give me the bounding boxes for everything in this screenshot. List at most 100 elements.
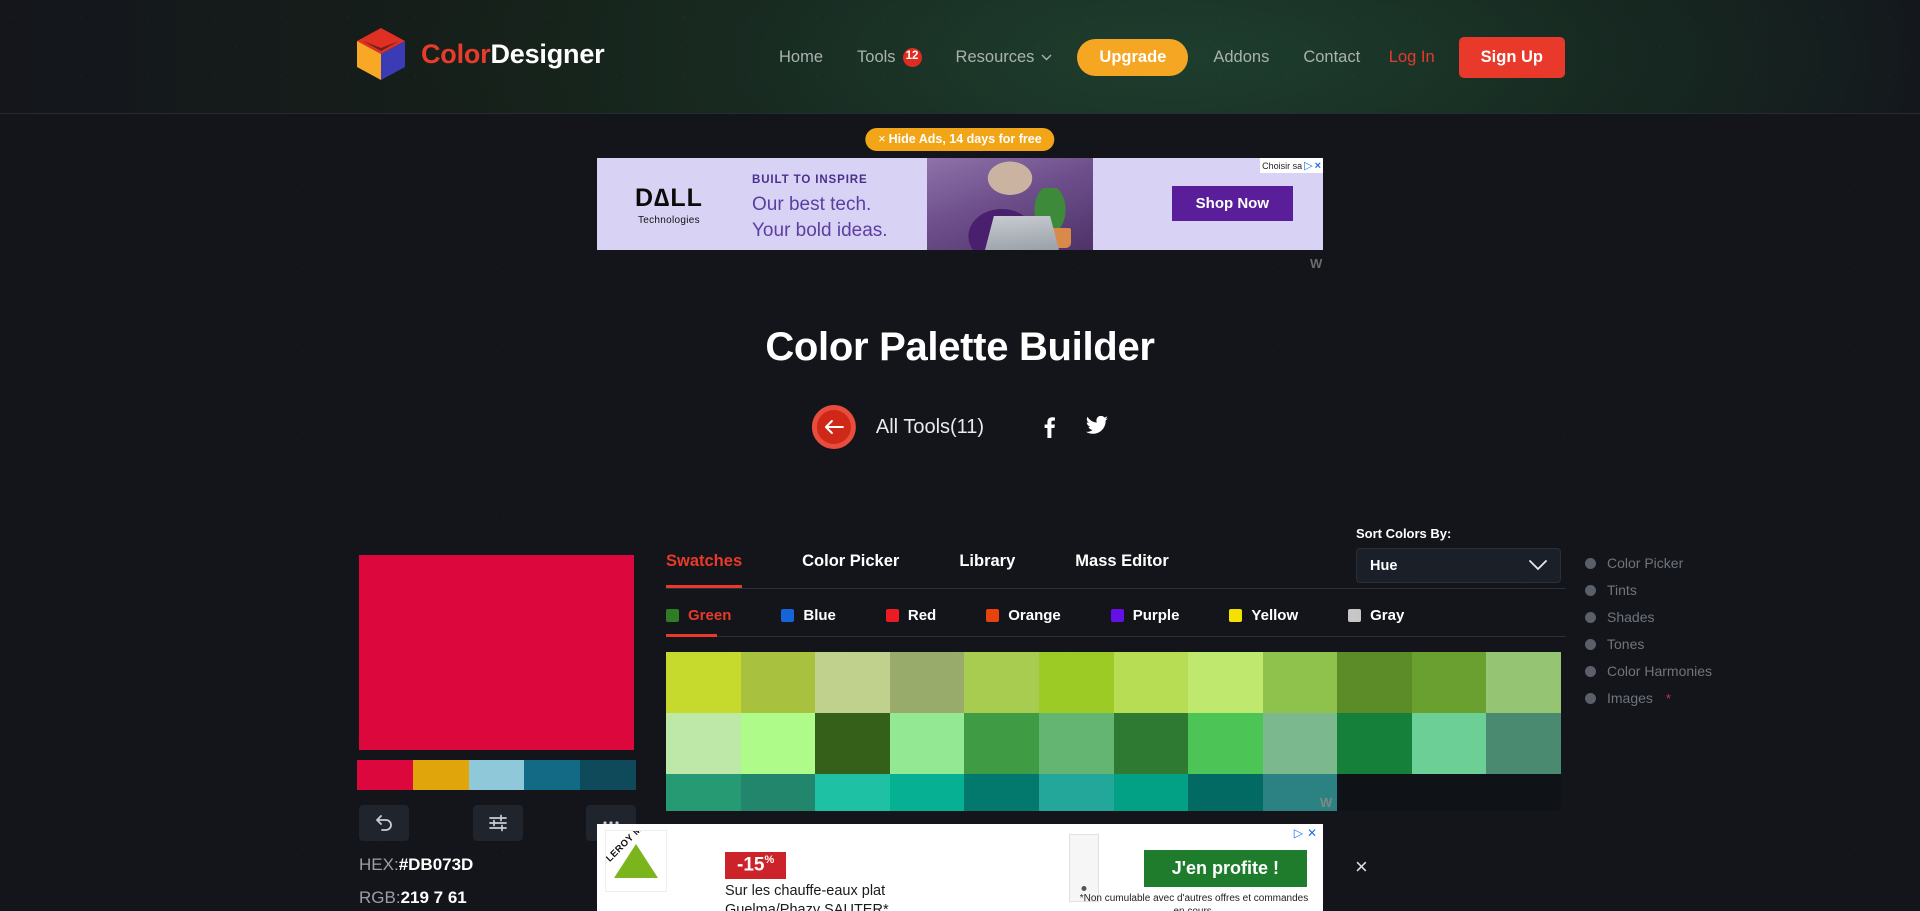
- upgrade-label: Upgrade: [1099, 47, 1167, 66]
- shop-now-button[interactable]: Shop Now: [1171, 186, 1293, 221]
- swatch-cell[interactable]: [1038, 713, 1114, 774]
- facebook-icon[interactable]: [1044, 416, 1056, 438]
- swatch-cell[interactable]: [1188, 713, 1263, 774]
- swatch-cell[interactable]: [1486, 774, 1561, 811]
- sidebar-item-tones[interactable]: Tones: [1585, 636, 1712, 652]
- swatch-cell[interactable]: [1411, 774, 1487, 811]
- undo-button[interactable]: [359, 805, 409, 841]
- sidebar-item-tints[interactable]: Tints: [1585, 582, 1712, 598]
- dell-logo: D∆LL Technologies: [635, 184, 703, 226]
- back-button[interactable]: [811, 405, 856, 449]
- chevron-down-icon: [1529, 560, 1547, 571]
- palette-swatch[interactable]: [412, 760, 469, 790]
- swatch-cell[interactable]: [740, 774, 816, 811]
- swatch-cell[interactable]: [964, 713, 1039, 774]
- swatch-cell[interactable]: [815, 713, 890, 774]
- swatch-cell[interactable]: [1486, 713, 1561, 774]
- swatch-cell[interactable]: [964, 652, 1039, 713]
- nav-item-addons[interactable]: Addons: [1196, 48, 1286, 67]
- swatch-cell[interactable]: [1113, 774, 1189, 811]
- swatch-cell[interactable]: [1486, 652, 1561, 713]
- tab-color-picker[interactable]: Color Picker: [802, 552, 899, 588]
- bullet-icon: [1585, 638, 1596, 650]
- palette-swatch[interactable]: [468, 760, 525, 790]
- login-link[interactable]: Log In: [1371, 48, 1453, 67]
- bottom-ad-cta-button[interactable]: J'en profite !: [1143, 850, 1307, 887]
- swatch-cell[interactable]: [1113, 713, 1189, 774]
- nav-item-upgrade[interactable]: Upgrade: [1077, 38, 1189, 76]
- swatch-cell[interactable]: [964, 774, 1039, 811]
- bottom-ad-banner[interactable]: LEROY MERLIN -15% Sur les chauffe-eaux p…: [597, 824, 1323, 911]
- swatch-cell[interactable]: [1337, 652, 1412, 713]
- filter-yellow[interactable]: Yellow: [1229, 607, 1298, 624]
- nav-item-contact[interactable]: Contact: [1286, 48, 1377, 67]
- dell-line-1: Our best tech.: [752, 194, 872, 215]
- filter-gray[interactable]: Gray: [1348, 607, 1404, 624]
- settings-button[interactable]: [472, 805, 523, 841]
- sidebar-item-color-picker[interactable]: Color Picker: [1585, 555, 1712, 571]
- swatch-cell[interactable]: [815, 652, 890, 713]
- logo[interactable]: ColorDesigner: [355, 26, 605, 82]
- filter-orange[interactable]: Orange: [986, 607, 1061, 624]
- hex-value[interactable]: #DB073D: [399, 855, 474, 874]
- swatch-cell[interactable]: [1411, 713, 1487, 774]
- tab-library[interactable]: Library: [959, 552, 1015, 588]
- ad-choices[interactable]: Choisir sa ▷ ×: [1260, 158, 1323, 173]
- sidebar-item-images[interactable]: Images *: [1585, 690, 1712, 706]
- all-tools-label[interactable]: All Tools(11): [876, 416, 984, 439]
- swatch-cell[interactable]: [1038, 652, 1114, 713]
- top-ad-banner[interactable]: D∆LL Technologies BUILT TO INSPIRE Our b…: [597, 158, 1323, 250]
- main-nav: Home Tools 12 Resources Upgrade Addons C…: [762, 0, 1377, 114]
- swatch-cell[interactable]: [1337, 774, 1412, 811]
- swatch-cell[interactable]: [1188, 774, 1263, 811]
- swatch-cell[interactable]: [1262, 652, 1338, 713]
- swatch-cell[interactable]: [1188, 652, 1263, 713]
- palette-swatch[interactable]: [357, 760, 413, 790]
- nav-label: Home: [779, 47, 824, 66]
- ad-close-icon[interactable]: ✕: [1307, 826, 1317, 840]
- grid-watermark: W: [1320, 795, 1332, 810]
- ad-close-icon[interactable]: ×: [1315, 160, 1321, 172]
- site-header: ColorDesigner Home Tools 12 Resources Up…: [0, 0, 1920, 114]
- swatch-cell[interactable]: [666, 652, 741, 713]
- sidebar-item-color-harmonies[interactable]: Color Harmonies: [1585, 663, 1712, 679]
- color-preview[interactable]: [359, 555, 634, 750]
- nav-item-tools[interactable]: Tools 12: [840, 47, 939, 67]
- swatch-cell[interactable]: [1262, 713, 1338, 774]
- signup-button[interactable]: Sign Up: [1458, 36, 1565, 78]
- palette-swatch[interactable]: [524, 760, 581, 790]
- swatch-cell[interactable]: [889, 774, 965, 811]
- close-bottom-ad-button[interactable]: ×: [1355, 856, 1368, 878]
- bottom-ad-choices[interactable]: ▷ ✕: [1294, 826, 1317, 840]
- sidebar-item-label: Color Picker: [1607, 555, 1684, 571]
- swatch-cell[interactable]: [1337, 713, 1412, 774]
- sort-select[interactable]: Hue: [1356, 548, 1561, 583]
- swatch-cell[interactable]: [1113, 652, 1189, 713]
- swatch-cell[interactable]: [815, 774, 890, 811]
- filter-blue[interactable]: Blue: [781, 607, 836, 624]
- twitter-icon[interactable]: [1086, 416, 1109, 434]
- nav-item-home[interactable]: Home: [762, 48, 840, 67]
- swatch-cell[interactable]: [740, 713, 816, 774]
- filter-purple[interactable]: Purple: [1110, 607, 1179, 624]
- hide-ads-button[interactable]: × Hide Ads, 14 days for free: [865, 128, 1055, 151]
- swatch-cell[interactable]: [889, 652, 965, 713]
- hex-label: HEX:: [359, 855, 399, 874]
- palette-swatch[interactable]: [580, 760, 636, 790]
- swatch-cell[interactable]: [1038, 774, 1114, 811]
- swatch-cell[interactable]: [889, 713, 965, 774]
- tab-mass-editor[interactable]: Mass Editor: [1075, 552, 1169, 588]
- swatch-cell[interactable]: [666, 774, 741, 811]
- rgb-value[interactable]: 219 7 61: [401, 888, 467, 907]
- tab-swatches[interactable]: Swatches: [666, 552, 743, 588]
- sidebar-item-label: Shades: [1607, 609, 1655, 625]
- bullet-icon: [1585, 557, 1596, 569]
- swatch-cell[interactable]: [740, 652, 816, 713]
- filter-green[interactable]: Green: [666, 607, 731, 637]
- filter-red[interactable]: Red: [885, 607, 936, 624]
- filter-swatch: [1348, 609, 1362, 622]
- swatch-cell[interactable]: [666, 713, 741, 774]
- sidebar-item-shades[interactable]: Shades: [1585, 609, 1712, 625]
- swatch-cell[interactable]: [1411, 652, 1487, 713]
- nav-item-resources[interactable]: Resources: [939, 48, 1070, 67]
